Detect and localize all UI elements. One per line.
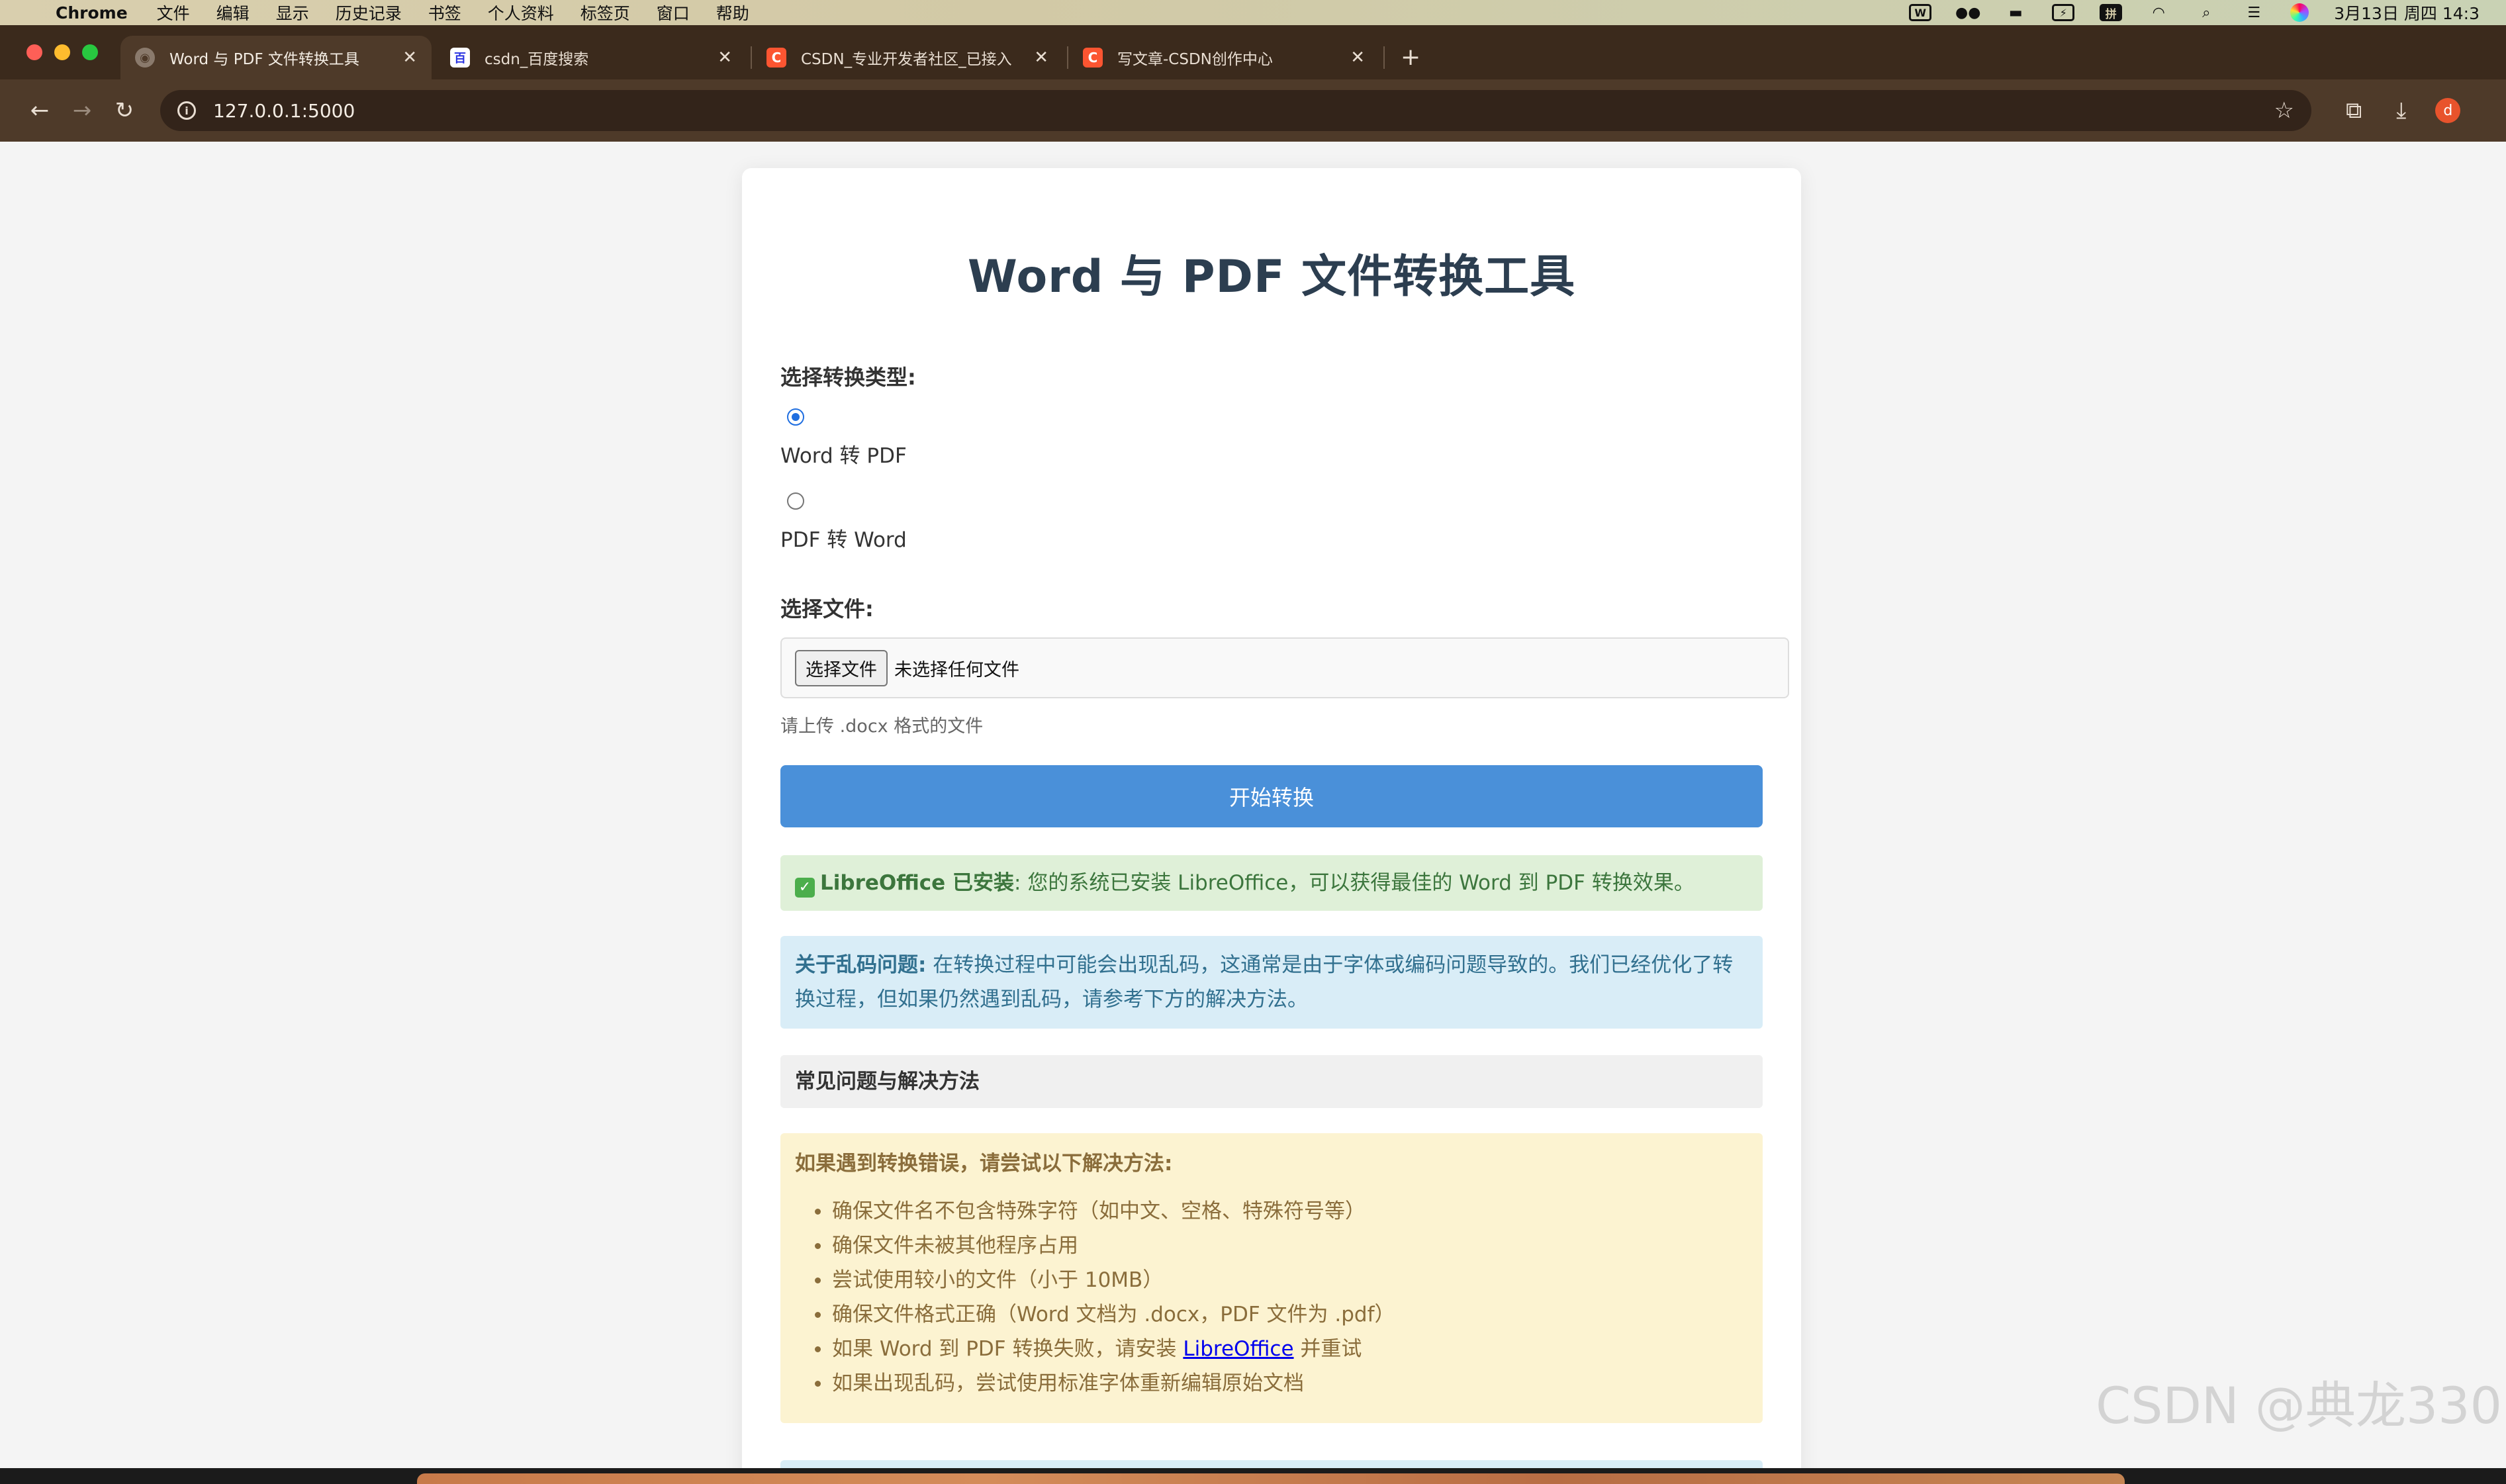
extensions-puzzle-icon[interactable]: ⧉ — [2346, 97, 2362, 124]
input-method-icon[interactable]: 拼 — [2100, 4, 2123, 21]
alert-strong: LibreOffice 已安装 — [820, 871, 1015, 895]
garbled-text-info-alert: 关于乱码问题: 在转换过程中可能会出现乱码，这通常是由于字体或编码问题导致的。我… — [780, 936, 1763, 1029]
libreoffice-status-alert: ✓ LibreOffice 已安装: 您的系统已安装 LibreOffice，可以… — [780, 855, 1763, 911]
siri-icon[interactable] — [2290, 3, 2309, 22]
list-item: 确保文件名不包含特殊字符（如中文、空格、特殊符号等） — [815, 1194, 1748, 1229]
option-word-to-pdf[interactable]: Word 转 PDF — [780, 408, 1763, 469]
download-icon[interactable]: ⤓ — [2396, 97, 2406, 124]
troubleshooting-panel: 如果遇到转换错误，请尝试以下解决方法: 确保文件名不包含特殊字符（如中文、空格、… — [780, 1133, 1763, 1423]
tab-csdn-community[interactable]: C CSDN_专业开发者社区_已接入 ✕ — [752, 36, 1063, 79]
list-item: 确保文件未被其他程序占用 — [815, 1229, 1748, 1263]
browser-window-frame: ◉ Word 与 PDF 文件转换工具 ✕ 百 csdn_百度搜索 ✕ C CS… — [0, 25, 2506, 142]
tab-title: Word 与 PDF 文件转换工具 — [169, 51, 359, 68]
option-label[interactable]: PDF 转 Word — [780, 523, 1763, 553]
choose-file-button[interactable]: 选择文件 — [795, 649, 888, 686]
csdn-icon: C — [766, 48, 786, 68]
faq-section-header[interactable]: 常见问题与解决方法 — [780, 1055, 1763, 1108]
control-center-icon[interactable]: ☰ — [2243, 4, 2265, 21]
browser-toolbar: ← → ↻ i 127.0.0.1:5000 ☆ ⧉ ⤓ d — [0, 79, 2506, 142]
site-info-icon[interactable]: i — [177, 101, 196, 120]
window-controls — [0, 44, 120, 60]
menu-bookmarks[interactable]: 书签 — [428, 1, 461, 24]
bookmark-star-icon[interactable]: ☆ — [2274, 97, 2294, 124]
tab-csdn-editor[interactable]: C 写文章-CSDN创作中心 ✕ — [1068, 36, 1379, 79]
menu-window[interactable]: 窗口 — [657, 1, 690, 24]
radio-pdf-to-word[interactable] — [787, 492, 804, 510]
wifi-icon[interactable]: ◠ — [2147, 4, 2170, 21]
page-title: Word 与 PDF 文件转换工具 — [967, 251, 1576, 303]
file-status-text: 未选择任何文件 — [894, 659, 1019, 680]
list-item: 尝试使用较小的文件（小于 10MB） — [815, 1263, 1748, 1297]
profile-avatar[interactable]: d — [2435, 98, 2461, 123]
list-item: 如果 Word 到 PDF 转换失败，请安装 LibreOffice 并重试 — [815, 1332, 1748, 1366]
file-format-hint: 请上传 .docx 格式的文件 — [780, 716, 984, 737]
wps-icon[interactable]: W — [1909, 4, 1932, 21]
next-section-partial — [780, 1460, 1763, 1468]
tab-title: CSDN_专业开发者社区_已接入 — [801, 51, 1012, 68]
baidu-icon: 百 — [450, 48, 470, 68]
csdn-icon: C — [1083, 48, 1103, 68]
close-icon[interactable]: ✕ — [1034, 48, 1048, 68]
battery-icon[interactable]: ⚡ — [2052, 4, 2075, 21]
tab-baidu-search[interactable]: 百 csdn_百度搜索 ✕ — [436, 36, 747, 79]
item-text-after: 并重试 — [1293, 1337, 1362, 1361]
menu-edit[interactable]: 编辑 — [216, 1, 250, 24]
alert-text: : 您的系统已安装 LibreOffice，可以获得最佳的 Word 到 PDF… — [1014, 871, 1694, 895]
menu-tab[interactable]: 标签页 — [580, 1, 630, 24]
back-arrow-icon[interactable]: ← — [19, 97, 61, 124]
menu-history[interactable]: 历史记录 — [336, 1, 402, 24]
app-menu-chrome[interactable]: Chrome — [56, 3, 128, 23]
reload-icon[interactable]: ↻ — [103, 97, 146, 124]
alert-text: 在转换过程中可能会出现乱码，这通常是由于字体或编码问题导致的。我们已经优化了转换… — [795, 953, 1734, 1011]
tab-title: 写文章-CSDN创作中心 — [1117, 51, 1273, 68]
check-mark-icon: ✓ — [795, 878, 815, 898]
libreoffice-link[interactable]: LibreOffice — [1183, 1337, 1293, 1361]
menu-help[interactable]: 帮助 — [716, 1, 749, 24]
start-convert-button[interactable]: 开始转换 — [780, 765, 1763, 827]
file-input[interactable]: 选择文件 未选择任何文件 — [780, 637, 1789, 698]
search-icon[interactable]: ⌕ — [2195, 4, 2217, 21]
list-item: 如果出现乱码，尝试使用标准字体重新编辑原始文档 — [815, 1366, 1748, 1401]
globe-icon: ◉ — [135, 48, 155, 68]
new-tab-plus-icon[interactable]: + — [1401, 44, 1420, 71]
item-text-before: 如果 Word 到 PDF 转换失败，请安装 — [832, 1337, 1183, 1361]
address-url[interactable]: 127.0.0.1:5000 — [213, 100, 2274, 122]
conversion-type-label: 选择转换类型: — [780, 365, 916, 390]
csdn-watermark: CSDN @典龙330 — [2096, 1376, 2502, 1435]
troubleshooting-list: 确保文件名不包含特殊字符（如中文、空格、特殊符号等） 确保文件未被其他程序占用 … — [795, 1194, 1748, 1401]
close-icon[interactable]: ✕ — [718, 48, 732, 68]
macos-dock — [417, 1473, 2125, 1484]
alert-strong: 关于乱码问题: — [795, 953, 927, 977]
forward-arrow-icon[interactable]: → — [61, 97, 103, 124]
page-viewport: Word 与 PDF 文件转换工具 选择转换类型: Word 转 PDF PDF… — [0, 142, 2506, 1468]
fullscreen-window-button[interactable] — [82, 44, 98, 60]
menu-file[interactable]: 文件 — [157, 1, 190, 24]
wechat-icon[interactable]: ●● — [1955, 4, 1980, 21]
menu-profiles[interactable]: 个人资料 — [488, 1, 554, 24]
option-pdf-to-word[interactable]: PDF 转 Word — [780, 492, 1763, 553]
macos-menubar: Chrome 文件 编辑 显示 历史记录 书签 个人资料 标签页 窗口 帮助 W… — [0, 0, 2506, 25]
file-select-label: 选择文件: — [780, 596, 874, 622]
list-item: 确保文件格式正确（Word 文档为 .docx，PDF 文件为 .pdf） — [815, 1297, 1748, 1332]
sofa-icon[interactable]: ▬ — [2004, 4, 2027, 21]
close-icon[interactable]: ✕ — [402, 48, 417, 68]
minimize-window-button[interactable] — [54, 44, 70, 60]
option-label[interactable]: Word 转 PDF — [780, 439, 1763, 469]
tab-divider — [1383, 46, 1385, 69]
radio-word-to-pdf[interactable] — [787, 408, 804, 426]
troubleshooting-title: 如果遇到转换错误，请尝试以下解决方法: — [795, 1152, 1173, 1176]
menubar-clock[interactable]: 3月13日 周四 14:3 — [2334, 1, 2480, 24]
tab-converter[interactable]: ◉ Word 与 PDF 文件转换工具 ✕ — [120, 36, 432, 79]
menu-view[interactable]: 显示 — [276, 1, 309, 24]
menubar-status-area: W ●● ▬ ⚡ 拼 ◠ ⌕ ☰ 3月13日 周四 14:3 — [1909, 1, 2480, 24]
tab-strip: ◉ Word 与 PDF 文件转换工具 ✕ 百 csdn_百度搜索 ✕ C CS… — [0, 25, 2506, 79]
tab-title: csdn_百度搜索 — [485, 51, 589, 68]
close-window-button[interactable] — [26, 44, 42, 60]
close-icon[interactable]: ✕ — [1350, 48, 1365, 68]
converter-card: Word 与 PDF 文件转换工具 选择转换类型: Word 转 PDF PDF… — [742, 168, 1801, 1468]
address-bar[interactable]: i 127.0.0.1:5000 ☆ — [160, 90, 2311, 131]
